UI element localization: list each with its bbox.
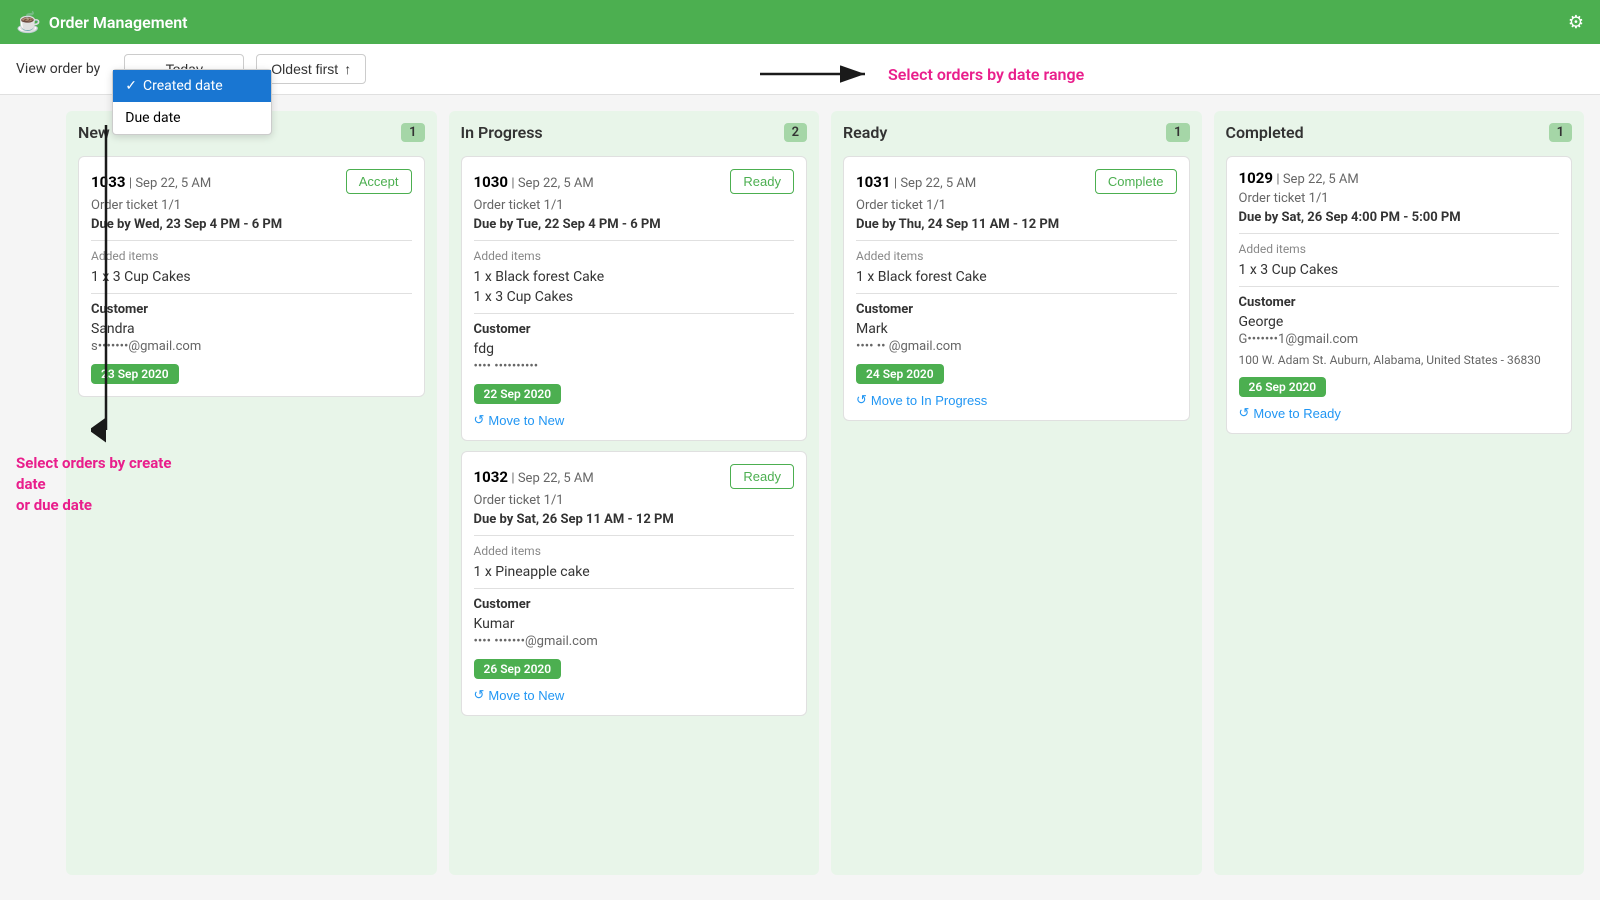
sort-icon: ↑ — [344, 61, 351, 77]
refresh-icon-1032: ↺ — [474, 687, 485, 703]
option-label: Due date — [125, 110, 180, 126]
ticket-1031: Order ticket 1/1 — [856, 198, 1177, 213]
column-completed-count: 1 — [1549, 123, 1572, 142]
view-order-label: View order by — [16, 61, 100, 77]
order-id-1032: 1032 | Sep 22, 5 AM — [474, 468, 594, 486]
header: ☕ Order Management ⚙ — [0, 0, 1600, 44]
added-items-label-1030: Added items — [474, 249, 795, 263]
sort-label: Oldest first — [271, 61, 338, 77]
ready-button-1032[interactable]: Ready — [730, 464, 794, 489]
column-in-progress-header: In Progress 2 — [461, 123, 808, 142]
card-1029-header: 1029 | Sep 22, 5 AM — [1239, 169, 1560, 187]
check-icon: ✓ — [125, 78, 137, 94]
dropdown-menu: ✓ Created date Due date — [112, 69, 272, 135]
column-in-progress-title: In Progress — [461, 123, 543, 142]
column-completed: Completed 1 1029 | Sep 22, 5 AM Order ti… — [1214, 111, 1585, 875]
down-arrow-svg — [91, 125, 121, 445]
refresh-icon-1030: ↺ — [474, 412, 485, 428]
order-id-1030: 1030 | Sep 22, 5 AM — [474, 173, 594, 191]
left-annotation-wrapper: Select orders by create dateor due date — [16, 125, 196, 516]
order-card-1031: 1031 | Sep 22, 5 AM Complete Order ticke… — [843, 156, 1190, 421]
customer-email-1032: •••• •••••••@gmail.com — [474, 634, 795, 649]
column-new-count: 1 — [401, 123, 424, 142]
order-card-1032: 1032 | Sep 22, 5 AM Ready Order ticket 1… — [461, 451, 808, 716]
settings-icon[interactable]: ⚙ — [1568, 12, 1584, 33]
added-items-label-1031: Added items — [856, 249, 1177, 263]
item-1030-0: 1 x Black forest Cake — [474, 269, 795, 285]
header-left: ☕ Order Management — [16, 10, 188, 34]
column-ready-title: Ready — [843, 123, 887, 142]
column-ready-header: Ready 1 — [843, 123, 1190, 142]
ticket-1030: Order ticket 1/1 — [474, 198, 795, 213]
customer-email-1029: G•••••••1@gmail.com — [1239, 332, 1560, 347]
left-annotation-text: Select orders by create dateor due date — [16, 453, 196, 516]
customer-name-1032: Kumar — [474, 616, 795, 632]
order-id-1031: 1031 | Sep 22, 5 AM — [856, 173, 976, 191]
column-completed-title: Completed — [1226, 123, 1304, 142]
move-to-in-progress-1031[interactable]: ↺ Move to In Progress — [856, 392, 987, 408]
main-content: Select orders by create dateor due date … — [0, 95, 1600, 891]
move-to-ready-1029[interactable]: ↺ Move to Ready — [1239, 405, 1341, 421]
order-card-1030: 1030 | Sep 22, 5 AM Ready Order ticket 1… — [461, 156, 808, 441]
customer-label-1029: Customer — [1239, 295, 1560, 310]
dropdown-option-due-date[interactable]: Due date — [113, 102, 271, 134]
accept-button-1033[interactable]: Accept — [346, 169, 412, 194]
sort-button[interactable]: Oldest first ↑ — [256, 54, 366, 84]
column-in-progress-count: 2 — [784, 123, 807, 142]
customer-label-1030: Customer — [474, 322, 795, 337]
ticket-1029: Order ticket 1/1 — [1239, 191, 1560, 206]
complete-button-1031[interactable]: Complete — [1095, 169, 1177, 194]
item-1032-0: 1 x Pineapple cake — [474, 564, 795, 580]
move-to-new-1030[interactable]: ↺ Move to New — [474, 412, 565, 428]
app-title: Order Management — [49, 13, 188, 32]
customer-address-1029: 100 W. Adam St. Auburn, Alabama, United … — [1239, 353, 1560, 367]
column-completed-header: Completed 1 — [1226, 123, 1573, 142]
customer-label-1032: Customer — [474, 597, 795, 612]
coffee-icon: ☕ — [16, 10, 41, 34]
move-to-new-1032[interactable]: ↺ Move to New — [474, 687, 565, 703]
due-1032: Due by Sat, 26 Sep 11 AM - 12 PM — [474, 512, 795, 527]
ready-button-1030[interactable]: Ready — [730, 169, 794, 194]
item-1030-1: 1 x 3 Cup Cakes — [474, 289, 795, 305]
order-card-1029: 1029 | Sep 22, 5 AM Order ticket 1/1 Due… — [1226, 156, 1573, 434]
order-id-1029: 1029 | Sep 22, 5 AM — [1239, 169, 1359, 187]
card-1030-header: 1030 | Sep 22, 5 AM Ready — [474, 169, 795, 194]
column-ready: Ready 1 1031 | Sep 22, 5 AM Complete Ord… — [831, 111, 1202, 875]
badge-1029: 26 Sep 2020 — [1239, 377, 1327, 397]
customer-name-1029: George — [1239, 314, 1560, 330]
dropdown-option-created-date[interactable]: ✓ Created date — [113, 70, 271, 102]
right-annotation: Select orders by date range — [760, 56, 1084, 92]
option-label: Created date — [143, 78, 223, 94]
column-in-progress: In Progress 2 1030 | Sep 22, 5 AM Ready … — [449, 111, 820, 875]
customer-name-1031: Mark — [856, 321, 1177, 337]
customer-name-1030: fdg — [474, 341, 795, 357]
right-annotation-text: Select orders by date range — [888, 65, 1084, 84]
columns-wrapper: New 1 1033 | Sep 22, 5 AM Accept Order t… — [66, 111, 1584, 875]
customer-email-1031: •••• •• @gmail.com — [856, 339, 1177, 354]
right-arrow-svg — [760, 56, 880, 92]
card-1031-header: 1031 | Sep 22, 5 AM Complete — [856, 169, 1177, 194]
customer-label-1031: Customer — [856, 302, 1177, 317]
item-1031-0: 1 x Black forest Cake — [856, 269, 1177, 285]
item-1029-0: 1 x 3 Cup Cakes — [1239, 262, 1560, 278]
column-ready-count: 1 — [1166, 123, 1189, 142]
badge-1032: 26 Sep 2020 — [474, 659, 562, 679]
refresh-icon-1029: ↺ — [1239, 405, 1250, 421]
due-1029: Due by Sat, 26 Sep 4:00 PM - 5:00 PM — [1239, 210, 1560, 225]
badge-1031: 24 Sep 2020 — [856, 364, 944, 384]
due-1031: Due by Thu, 24 Sep 11 AM - 12 PM — [856, 217, 1177, 232]
added-items-label-1029: Added items — [1239, 242, 1560, 256]
toolbar: View order by ✓ Created date Due date To… — [0, 44, 1600, 95]
added-items-label-1032: Added items — [474, 544, 795, 558]
badge-1030: 22 Sep 2020 — [474, 384, 562, 404]
due-1030: Due by Tue, 22 Sep 4 PM - 6 PM — [474, 217, 795, 232]
refresh-icon-1031: ↺ — [856, 392, 867, 408]
card-1032-header: 1032 | Sep 22, 5 AM Ready — [474, 464, 795, 489]
customer-email-1030: •••• •••••••••• — [474, 359, 795, 374]
ticket-1032: Order ticket 1/1 — [474, 493, 795, 508]
